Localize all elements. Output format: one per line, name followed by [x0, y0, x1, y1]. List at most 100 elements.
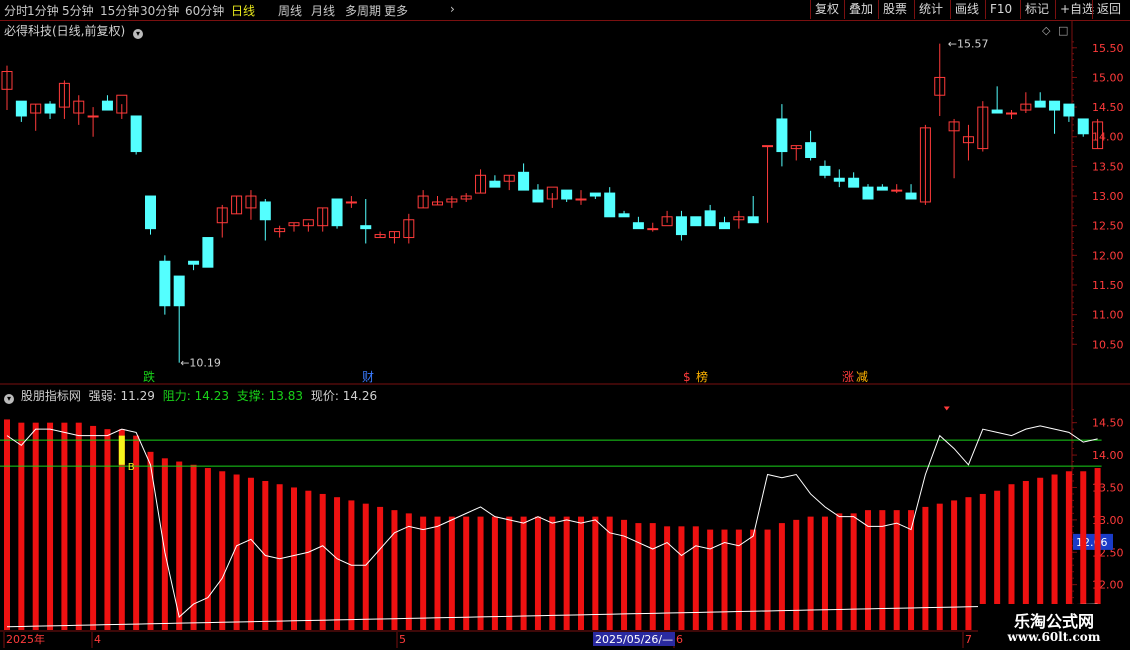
watermark-url: www.60lt.com [1007, 630, 1101, 644]
indicator-bar [520, 516, 527, 630]
watermark-title: 乐淘公式网 [1013, 612, 1094, 631]
candle-body [202, 237, 214, 268]
event-marker-2: $ [683, 370, 691, 384]
indicator-bar [104, 429, 111, 630]
candle-body [891, 189, 903, 192]
candle-body [690, 216, 702, 227]
candle-body [747, 216, 759, 224]
candle-body [833, 177, 845, 182]
date-label-3: 6 [676, 633, 683, 646]
indicator-bar [477, 516, 484, 630]
indicator-bar [190, 464, 197, 630]
price-tick-label: 10.50 [1092, 338, 1124, 351]
indicator-bar [549, 516, 556, 630]
buy-signal-label: B [128, 462, 135, 473]
indicator-bar [362, 503, 369, 630]
candle-body [762, 145, 774, 148]
candle-body [675, 216, 687, 236]
indicator-bar [161, 458, 168, 630]
indicator-tick-label: 14.50 [1092, 417, 1124, 430]
indicator-bar [334, 497, 341, 630]
indicator-bar [434, 516, 441, 630]
candle-body [604, 192, 616, 218]
indicator-bar [391, 510, 398, 630]
candle-body [1063, 103, 1075, 117]
candle-body [489, 180, 501, 188]
indicator-bar [405, 513, 412, 630]
candle-body [331, 198, 343, 227]
indicator-bar [850, 513, 857, 630]
indicator-bar [420, 516, 427, 630]
candle-body [589, 192, 601, 197]
candle-body [905, 192, 917, 200]
candle-body [259, 201, 271, 221]
indicator-bar [793, 519, 800, 630]
indicator-bar [865, 510, 871, 630]
watermark: 乐淘公式网 www.60lt.com [978, 604, 1130, 650]
date-label-4: 7 [965, 633, 972, 646]
event-marker-3: 榜 [696, 369, 708, 384]
indicator-bar [90, 425, 97, 630]
date-label-2: 5 [399, 633, 406, 646]
kline-chart[interactable]: ◇ □ 15.50 15.00 14.50 14.00 13.50 13.00 12.50 12.… [0, 0, 1130, 650]
date-highlight: 2025/05/26/— [595, 633, 673, 646]
buy-signal-bar [118, 435, 125, 465]
candle-body [862, 186, 874, 200]
indicator-bar [778, 523, 785, 630]
low-price-label: ←10.19 [180, 357, 221, 370]
candle-body [647, 228, 659, 231]
price-tick-label: 12.00 [1092, 249, 1124, 262]
indicator-bar [821, 516, 828, 630]
candle-body [518, 171, 530, 191]
indicator-bar [951, 500, 958, 630]
candle-body [1034, 100, 1046, 108]
candle-body [776, 118, 788, 153]
candle-body [1006, 112, 1017, 115]
indicator-bar [276, 484, 283, 630]
indicator-bar [61, 422, 68, 630]
candle-body [101, 100, 113, 111]
indicator-bar [534, 516, 541, 630]
candle-body [561, 189, 573, 200]
indicator-bar [965, 497, 972, 630]
price-tick-label: 15.00 [1092, 71, 1124, 84]
indicator-bar [247, 477, 254, 630]
high-price-label: ←15.57 [948, 38, 989, 51]
indicator-bar [836, 513, 843, 630]
diamond-icon: ◇ [1042, 24, 1051, 37]
candle-body [848, 177, 860, 188]
indicator-bar [219, 471, 226, 630]
indicator-bar [922, 506, 929, 630]
candle-body [360, 225, 372, 230]
indicator-bar [75, 422, 82, 630]
date-label-1: 4 [94, 633, 101, 646]
candle-body [130, 115, 142, 153]
indicator-bar [578, 516, 584, 630]
indicator-bar [707, 529, 714, 630]
square-icon: □ [1058, 24, 1068, 37]
indicator-bar [893, 510, 900, 630]
indicator-bar [879, 510, 886, 630]
indicator-bar [204, 468, 211, 630]
candle-body [704, 210, 716, 227]
candle-body [819, 165, 831, 176]
candle-body [876, 186, 888, 191]
candle-body [991, 109, 1003, 114]
candle-body [575, 198, 587, 201]
price-tick-label: 14.50 [1092, 101, 1124, 114]
indicator-bar [176, 461, 183, 630]
indicator-bar [678, 526, 685, 630]
indicator-bar [291, 487, 297, 630]
event-marker-1: 财 [362, 370, 374, 384]
indicator-bar [649, 523, 656, 630]
indicator-bar [807, 516, 814, 630]
indicator-bar [764, 529, 771, 630]
candle-body [173, 275, 185, 307]
indicator-bar [18, 422, 25, 630]
indicator-bar [491, 516, 498, 630]
candle-body [145, 195, 156, 230]
peak-marker-icon [943, 406, 950, 411]
indicator-bar [936, 503, 943, 630]
event-marker-4: 涨 [842, 369, 854, 384]
indicator-bar [463, 516, 470, 630]
